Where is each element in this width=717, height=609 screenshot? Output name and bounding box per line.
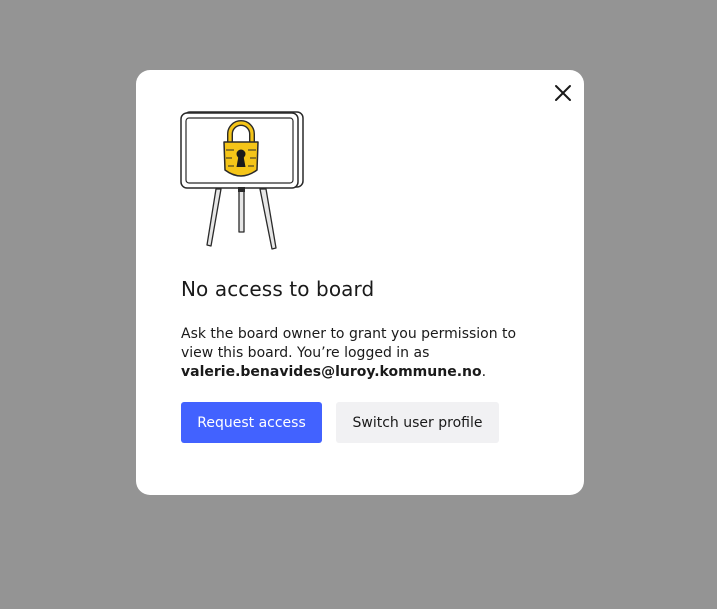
dialog-title: No access to board (181, 277, 375, 301)
message-end: . (481, 364, 487, 380)
close-icon[interactable] (554, 84, 572, 102)
message-text: Ask the board owner to grant you permiss… (181, 326, 517, 361)
user-email: valerie.benavides@luroy.kommune.no (181, 364, 482, 380)
switch-user-profile-button[interactable]: Switch user profile (336, 402, 499, 443)
locked-board-icon (180, 111, 304, 250)
close-button[interactable] (550, 80, 576, 106)
dialog-message: Ask the board owner to grant you permiss… (181, 325, 541, 382)
request-access-button[interactable]: Request access (181, 402, 322, 443)
no-access-dialog: No access to board Ask the board owner t… (136, 70, 584, 495)
